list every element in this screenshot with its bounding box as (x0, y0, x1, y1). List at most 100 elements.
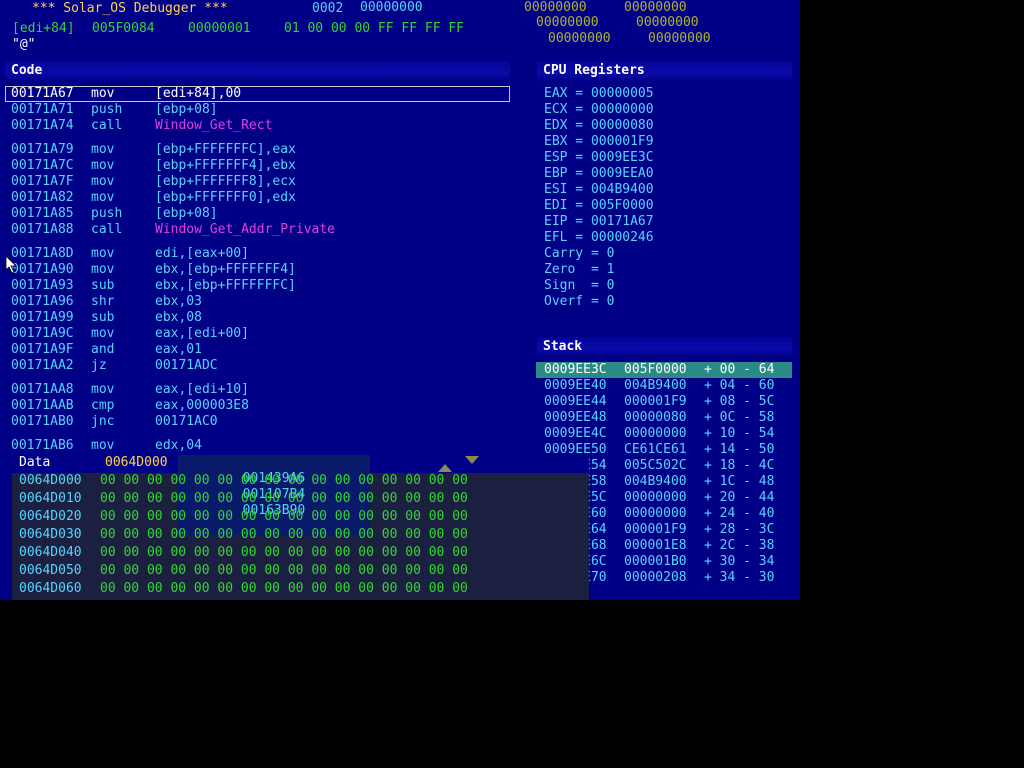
register-value: ECX = 00000000 (544, 102, 654, 117)
stack-address: 0009EE4C (544, 426, 607, 441)
instruction-mnemonic: mov (91, 142, 115, 157)
instruction-operands: ebx,[ebp+FFFFFFFC] (155, 278, 296, 293)
stack-panel-header: Stack (537, 337, 792, 357)
stack-value: 005C502C (624, 458, 687, 473)
stack-offset: + 2C - 38 (704, 538, 775, 553)
instruction-address: 00171A99 (11, 310, 74, 325)
instruction-operands: [ebp+08] (155, 206, 218, 221)
hex-row-address: 0064D040 (19, 545, 82, 560)
instruction-operands: [ebp+08] (155, 102, 218, 117)
stack-value: 000001E8 (624, 538, 687, 553)
registers-panel-header: CPU Registers (537, 61, 792, 81)
instruction-operands: eax,[edi+10] (155, 382, 249, 397)
hex-row-address: 0064D010 (19, 491, 82, 506)
stack-row[interactable]: 0009EE40 004B9400 + 04 - 60 (536, 378, 792, 394)
watch-expression: [edi+84] (12, 21, 75, 36)
instruction-mnemonic: mov (91, 86, 115, 101)
register-value: Carry = 0 (544, 246, 615, 261)
instruction-mnemonic: sub (91, 310, 115, 325)
stack-address: 0009EE40 (544, 378, 607, 393)
register-value: EBP = 0009EEA0 (544, 166, 654, 181)
instruction-address: 00171A8D (11, 246, 74, 261)
olive-value: 00000000 (536, 15, 599, 30)
code-panel-header: Code (5, 61, 510, 81)
instruction-operands: [ebp+FFFFFFF0],edx (155, 190, 296, 205)
olive-value: 00000000 (636, 15, 699, 30)
instruction-address: 00171A93 (11, 278, 74, 293)
stack-address: 0009EE48 (544, 410, 607, 425)
data-address-input[interactable]: 0064D000 (105, 455, 172, 471)
stack-offset: + 1C - 48 (704, 474, 775, 489)
instruction-mnemonic: shr (91, 294, 115, 309)
watch-chars: "@" (12, 37, 36, 52)
instruction-operands: 00171AC0 (155, 414, 218, 429)
instruction-mnemonic: jz (91, 358, 107, 373)
hex-row-bytes: 00 00 00 00 00 00 00 00 00 00 00 00 00 0… (100, 527, 468, 542)
stack-offset: + 10 - 54 (704, 426, 775, 441)
olive-value: 00000000 (548, 31, 611, 46)
hex-row-bytes: 00 00 00 00 00 00 00 00 00 00 00 00 00 0… (100, 545, 468, 560)
stack-value: 00000000 (624, 506, 687, 521)
instruction-mnemonic: push (91, 102, 123, 117)
instruction-operands: eax,01 (155, 342, 202, 357)
stack-offset: + 04 - 60 (704, 378, 775, 393)
stack-offset: + 30 - 34 (704, 554, 775, 569)
hex-row-address: 0064D020 (19, 509, 82, 524)
instruction-operands: ebx,03 (155, 294, 202, 309)
instruction-address: 00171A71 (11, 102, 74, 117)
stack-value: 00000080 (624, 410, 687, 425)
data-panel[interactable]: Data 0064D000 001439A6 001107B4 00163B90… (12, 453, 589, 600)
instruction-mnemonic: push (91, 206, 123, 221)
current-instruction-highlight (5, 86, 510, 102)
stack-value: 00000208 (624, 570, 687, 585)
stack-offset: + 18 - 4C (704, 458, 775, 473)
stack-row[interactable]: 0009EE4C 00000000 + 10 - 54 (536, 426, 792, 442)
instruction-operands: eax,[edi+00] (155, 326, 249, 341)
register-value: Overf = 0 (544, 294, 615, 309)
stack-value: 00000000 (624, 490, 687, 505)
instruction-operands: Window_Get_Rect (155, 118, 273, 133)
debugger-screen: *** Solar_OS Debugger *** 0002 00000000 … (0, 0, 800, 600)
watch-value: 00000001 (188, 21, 251, 36)
instruction-address: 00171A9F (11, 342, 74, 357)
registers-panel-title: CPU Registers (543, 63, 645, 78)
instruction-address: 00171A90 (11, 262, 74, 277)
instruction-mnemonic: mov (91, 246, 115, 261)
stack-value: CE61CE61 (624, 442, 687, 457)
instruction-address: 00171AA2 (11, 358, 74, 373)
hex-row-address: 0064D000 (19, 473, 82, 488)
instruction-address: 00171A82 (11, 190, 74, 205)
stack-offset: + 34 - 30 (704, 570, 775, 585)
register-value: Sign = 0 (544, 278, 615, 293)
data-panel-title: Data (19, 455, 51, 470)
instruction-mnemonic: mov (91, 174, 115, 189)
instruction-address: 00171A9C (11, 326, 74, 341)
instruction-operands: Window_Get_Addr_Private (155, 222, 336, 237)
instruction-address: 00171AA8 (11, 382, 74, 397)
olive-value: 00000000 (648, 31, 711, 46)
frame-counter: 0002 (312, 1, 344, 16)
stack-row[interactable]: 0009EE48 00000080 + 0C - 58 (536, 410, 792, 426)
instruction-address: 00171AB0 (11, 414, 74, 429)
stack-offset: + 08 - 5C (704, 394, 775, 409)
olive-value: 00000000 (624, 0, 687, 15)
hex-row-address: 0064D030 (19, 527, 82, 542)
instruction-operands: [ebp+FFFFFFF4],ebx (155, 158, 296, 173)
register-value: EAX = 00000005 (544, 86, 654, 101)
instruction-mnemonic: and (91, 342, 115, 357)
register-value: EFL = 00000246 (544, 230, 654, 245)
instruction-operands: 00171ADC (155, 358, 218, 373)
register-value: EDI = 005F0000 (544, 198, 654, 213)
instruction-address: 00171A96 (11, 294, 74, 309)
stack-row[interactable]: 0009EE3C 005F0000 + 00 - 64 (536, 362, 792, 378)
app-title: *** Solar_OS Debugger *** (32, 1, 228, 16)
instruction-address: 00171AAB (11, 398, 74, 413)
instruction-mnemonic: jnc (91, 414, 115, 429)
data-panel-header: Data 0064D000 001439A6 001107B4 00163B90 (12, 453, 589, 535)
scroll-down-arrow-icon[interactable] (464, 455, 480, 465)
instruction-address: 00171AB6 (11, 438, 74, 453)
watch-bytes: 01 00 00 00 FF FF FF FF (284, 21, 465, 36)
stack-offset: + 14 - 50 (704, 442, 775, 457)
stack-row[interactable]: 0009EE44 000001F9 + 08 - 5C (536, 394, 792, 410)
stack-panel-title: Stack (543, 339, 583, 354)
